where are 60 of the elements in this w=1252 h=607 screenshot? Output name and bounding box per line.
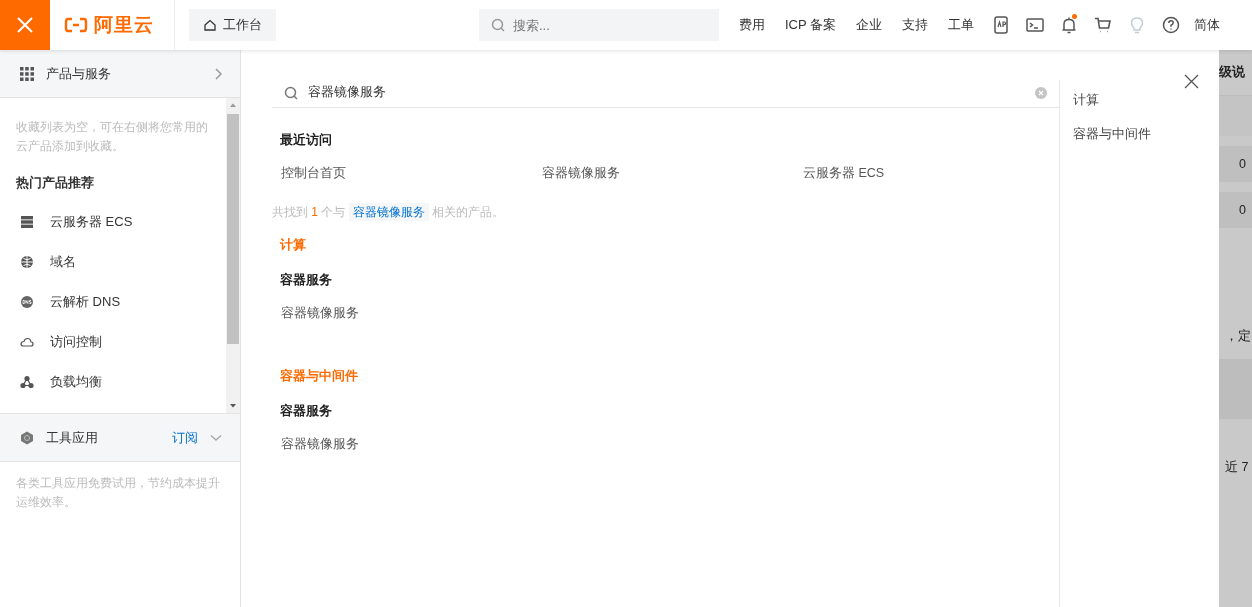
close-icon: [1184, 74, 1199, 89]
product-link[interactable]: 容器镜像服务: [281, 306, 359, 320]
close-icon: [16, 16, 34, 34]
result-summary: 共找到 1 个与 容器镜像服务 相关的产品。: [272, 204, 506, 221]
globe-icon: [20, 255, 34, 269]
subcategory-title: 容器服务: [280, 403, 333, 420]
background-text: 级说: [1219, 64, 1245, 81]
recent-link[interactable]: 容器镜像服务: [542, 166, 620, 180]
product-link[interactable]: 负载均衡: [50, 373, 102, 391]
home-icon: [203, 18, 217, 32]
app-icon[interactable]: [992, 16, 1011, 34]
grid-icon: [20, 66, 34, 81]
chevron-right-icon: [214, 67, 222, 80]
product-link[interactable]: 访问控制: [50, 333, 102, 351]
scroll-down-icon[interactable]: [229, 403, 237, 409]
background-text: 0: [1239, 203, 1246, 217]
subscribe-link[interactable]: 订阅: [172, 428, 198, 447]
products-services-bar[interactable]: 产品与服务: [0, 50, 240, 98]
help-icon[interactable]: [1162, 16, 1181, 34]
product-link[interactable]: 容器镜像服务: [281, 437, 359, 451]
bell-icon[interactable]: [1060, 16, 1079, 34]
recent-link[interactable]: 云服务器 ECS: [803, 166, 885, 180]
scrollbar[interactable]: [226, 98, 240, 413]
nav-link[interactable]: 支持: [892, 16, 939, 34]
category-link[interactable]: 计算: [1073, 93, 1099, 107]
background-text: 近 7: [1225, 460, 1249, 474]
cart-icon[interactable]: [1094, 16, 1113, 34]
recent-link[interactable]: 控制台首页: [281, 166, 346, 180]
product-link[interactable]: 云服务器 ECS: [50, 213, 133, 231]
terminal-icon[interactable]: [1026, 16, 1045, 34]
chevron-down-icon: [210, 433, 222, 442]
category-title: 容器与中间件: [280, 368, 359, 385]
search-field[interactable]: 搜索...: [479, 9, 719, 41]
hexagon-icon: [20, 430, 34, 445]
server-icon: [20, 215, 34, 229]
tools-hint: 各类工具应用免费试用，节约成本提升运维效率。: [15, 475, 221, 511]
background-text: ，定: [1225, 329, 1251, 343]
language-link[interactable]: 简体: [1188, 16, 1221, 34]
logo-text: 阿里云: [94, 13, 154, 37]
cloud-icon: [20, 335, 34, 349]
nav-link[interactable]: 企业: [846, 16, 893, 34]
nodes-icon: [20, 375, 34, 389]
dns-icon: [20, 295, 34, 309]
product-link[interactable]: 域名: [50, 253, 76, 271]
section-title: 最近访问: [280, 132, 333, 149]
search-icon: [491, 18, 505, 32]
product-link[interactable]: 云解析 DNS: [50, 293, 121, 311]
bracket-logo-icon: [64, 16, 88, 34]
nav-link[interactable]: 费用: [729, 16, 775, 34]
nav-link[interactable]: 工单: [938, 16, 985, 34]
nav-link[interactable]: ICP 备案: [775, 16, 847, 34]
category-link[interactable]: 容器与中间件: [1073, 127, 1151, 141]
category-title: 计算: [280, 237, 307, 254]
search-icon: [284, 86, 298, 100]
section-title: 热门产品推荐: [16, 174, 95, 192]
tools-bar[interactable]: 工具应用 订阅: [0, 414, 240, 462]
favorites-empty-hint: 收藏列表为空，可在右侧将您常用的云产品添加到收藏。: [16, 119, 209, 155]
subcategory-title: 容器服务: [280, 272, 333, 289]
background-text: 0: [1239, 157, 1246, 171]
workbench-button[interactable]: 工作台: [189, 9, 276, 41]
